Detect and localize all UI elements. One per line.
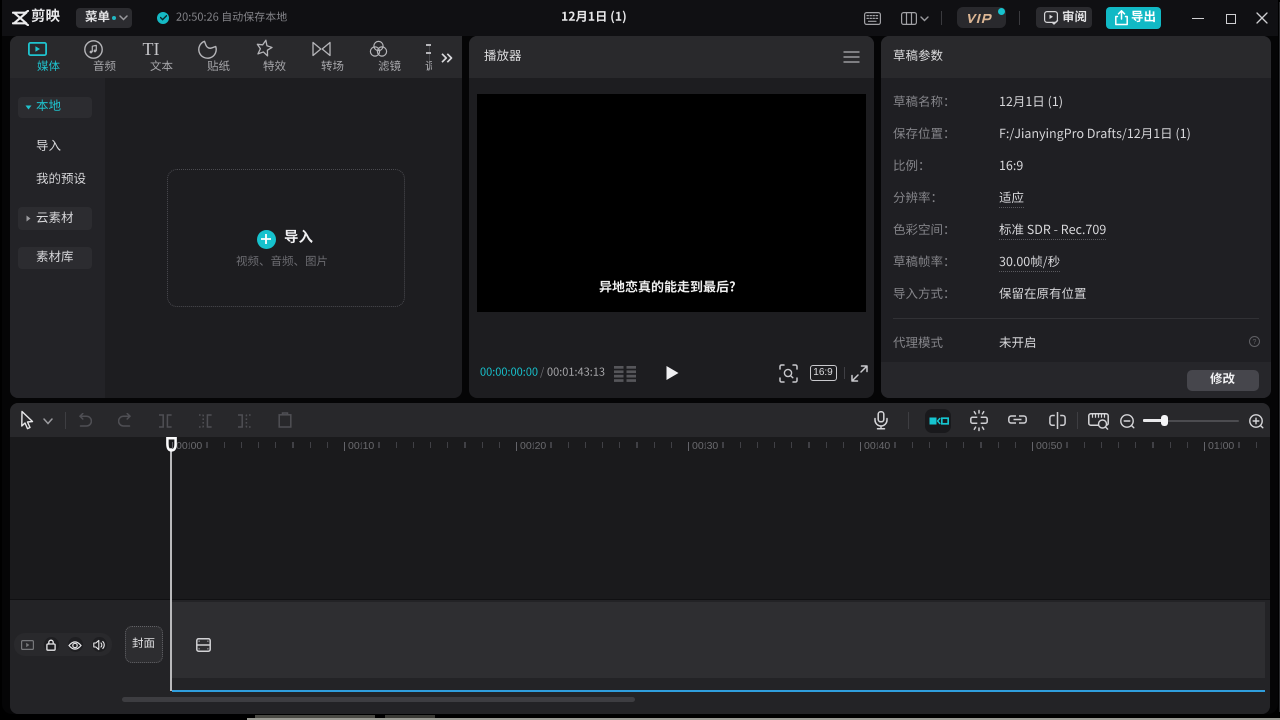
svg-text:?: ? — [1253, 339, 1257, 346]
